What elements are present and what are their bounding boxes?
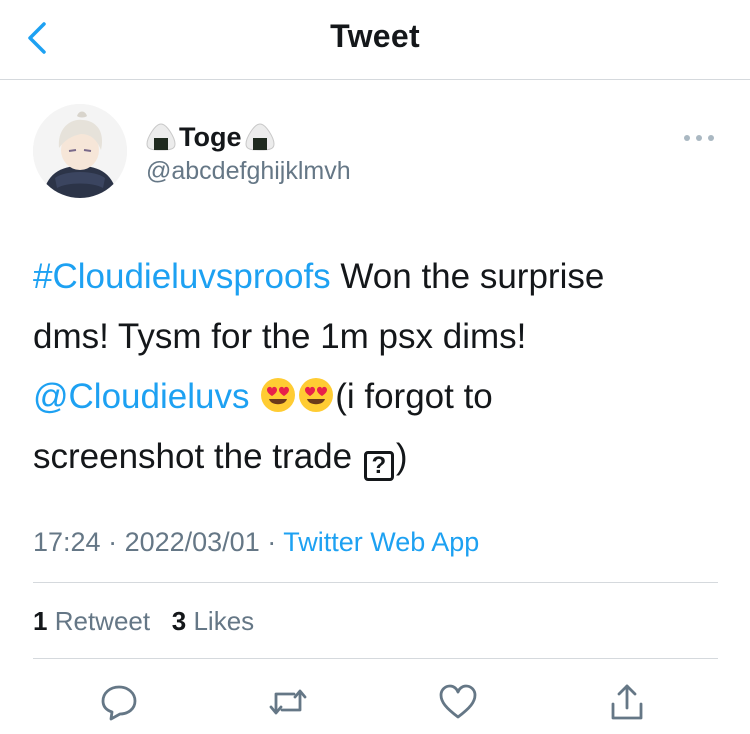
like-icon[interactable] — [438, 682, 478, 722]
tweet-stats: 1 Retweet 3 Likes — [33, 606, 254, 637]
meta-separator: · — [100, 527, 125, 557]
onigiri-icon — [146, 123, 176, 151]
likes-label: Likes — [193, 606, 255, 636]
tweet-text: #Cloudieluvsproofs Won the surprise dms!… — [33, 247, 723, 487]
likes-stat[interactable]: 3 Likes — [172, 606, 254, 636]
divider — [33, 658, 718, 659]
reply-icon[interactable] — [99, 682, 139, 722]
tweet-text-segment: (i forgot to — [335, 377, 493, 416]
tweet-text-segment: dms! Tysm for the 1m psx dims! — [33, 317, 527, 356]
tweet-source-link[interactable]: Twitter Web App — [283, 527, 479, 557]
more-icon[interactable] — [680, 128, 718, 148]
retweets-stat[interactable]: 1 Retweet — [33, 606, 150, 636]
tweet-line: screenshot the trade ?) — [33, 427, 723, 487]
tweet-line: #Cloudieluvsproofs Won the surprise — [33, 247, 723, 307]
hashtag-link[interactable]: #Cloudieluvsproofs — [33, 257, 331, 296]
meta-separator: · — [259, 527, 284, 557]
tweet-line: @Cloudieluvs (i forgot to — [33, 367, 723, 427]
tweet-text-segment: Won the surprise — [330, 257, 605, 296]
tweet-time[interactable]: 17:24 — [33, 527, 101, 557]
heart-eyes-emoji — [261, 378, 296, 412]
retweets-label: Retweet — [54, 606, 151, 636]
heart-eyes-emoji — [299, 378, 334, 412]
tweet-text-segment: ) — [395, 437, 408, 476]
top-bar: Tweet — [0, 0, 750, 80]
tweet-line: dms! Tysm for the 1m psx dims! — [33, 307, 723, 367]
likes-count: 3 — [171, 606, 187, 636]
page-title: Tweet — [330, 18, 420, 54]
divider — [33, 582, 718, 583]
retweet-icon[interactable] — [268, 682, 308, 722]
retweets-count: 1 — [33, 606, 48, 636]
avatar[interactable] — [33, 104, 127, 198]
unknown-glyph-box: ? — [363, 451, 394, 481]
onigiri-icon — [244, 123, 275, 151]
user-name-row[interactable]: Toge — [145, 120, 276, 154]
display-name: Toge — [179, 121, 242, 152]
tweet-date[interactable]: 2022/03/01 — [125, 527, 260, 557]
user-handle[interactable]: @abcdefghijklmvh — [146, 157, 351, 186]
mention-link[interactable]: @Cloudieluvs — [33, 377, 249, 416]
tweet-meta: 17:24 · 2022/03/01 · Twitter Web App — [33, 527, 479, 558]
share-icon[interactable] — [607, 682, 647, 722]
tweet-text-segment: screenshot the trade — [33, 437, 362, 476]
